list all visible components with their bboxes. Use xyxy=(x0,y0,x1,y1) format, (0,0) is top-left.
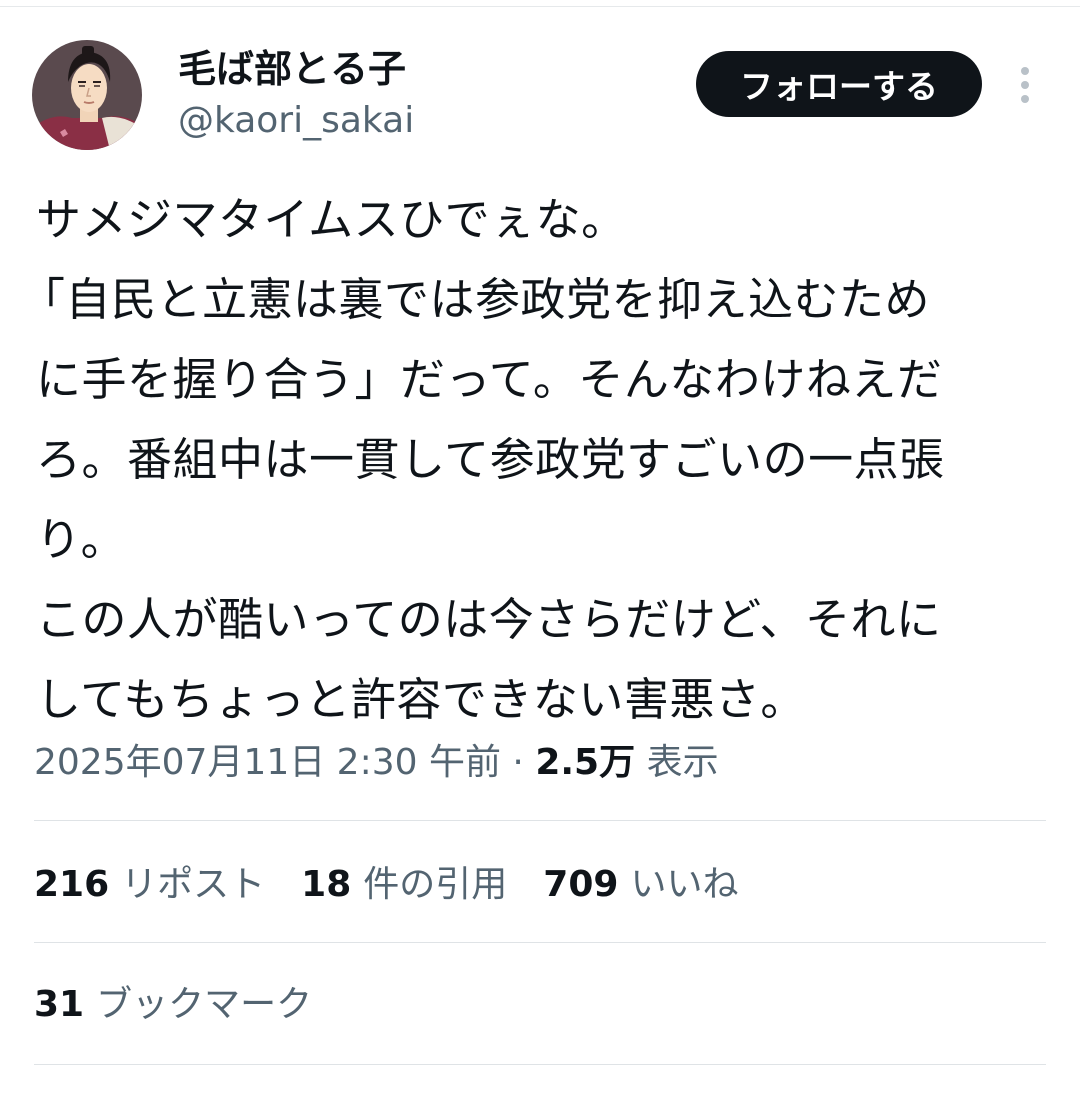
views-count: 2.5万 xyxy=(535,742,636,783)
like-count: 709 xyxy=(543,864,619,905)
timestamp[interactable]: 2025年07月11日 2:30 午前 xyxy=(34,742,501,783)
more-options-button[interactable] xyxy=(1010,62,1040,108)
follow-button[interactable]: フォローする xyxy=(696,51,982,117)
views-label: 表示 xyxy=(646,742,719,783)
tweet-line: してもちょっと許容できない害悪さ。 xyxy=(36,673,806,726)
more-vertical-icon xyxy=(1021,67,1029,103)
bookmark-stat[interactable]: 31 ブックマーク xyxy=(34,980,312,1030)
quote-label: 件の引用 xyxy=(363,864,508,905)
tweet-header: 毛ば部とる子 @kaori_sakai フォローする xyxy=(32,40,1048,152)
tweet-meta: 2025年07月11日 2:30 午前 · 2.5万 表示 xyxy=(34,738,719,788)
follow-button-label: フォローする xyxy=(740,67,938,106)
tweet-line: 「自民と立憲は裏では参政党を抑え込むため xyxy=(20,273,931,326)
tweet-line: この人が酷いってのは今さらだけど、それに xyxy=(36,593,942,646)
divider xyxy=(34,820,1046,821)
tweet-line: ろ。番組中は一貫して参政党すごいの一点張 xyxy=(36,433,945,486)
quote-count: 18 xyxy=(301,864,352,905)
tweet-line: サメジマタイムスひでぇな。 xyxy=(36,193,627,246)
avatar-illustration xyxy=(32,40,142,150)
tweet-line: り。 xyxy=(36,513,127,566)
bookmark-label: ブックマーク xyxy=(96,984,313,1025)
avatar[interactable] xyxy=(32,40,142,150)
bookmark-count: 31 xyxy=(34,984,85,1025)
divider xyxy=(34,1064,1046,1065)
like-stat[interactable]: 709 いいね xyxy=(543,860,738,910)
like-label: いいね xyxy=(630,864,739,905)
repost-label: リポスト xyxy=(121,864,266,905)
display-name[interactable]: 毛ば部とる子 xyxy=(178,44,406,94)
quote-stat[interactable]: 18 件の引用 xyxy=(301,860,507,910)
repost-count: 216 xyxy=(34,864,110,905)
engagement-stats: 216 リポスト 18 件の引用 709 いいね xyxy=(34,860,738,910)
meta-separator: · xyxy=(512,742,524,783)
divider xyxy=(34,942,1046,943)
tweet-text: サメジマタイムスひでぇな。 「自民と立憲は裏では参政党を抑え込むため に手を握り… xyxy=(20,180,1046,740)
user-handle[interactable]: @kaori_sakai xyxy=(178,98,414,144)
tweet-line: に手を握り合う」だって。そんなわけねえだ xyxy=(36,353,943,406)
top-border xyxy=(0,0,1080,7)
repost-stat[interactable]: 216 リポスト xyxy=(34,860,265,910)
